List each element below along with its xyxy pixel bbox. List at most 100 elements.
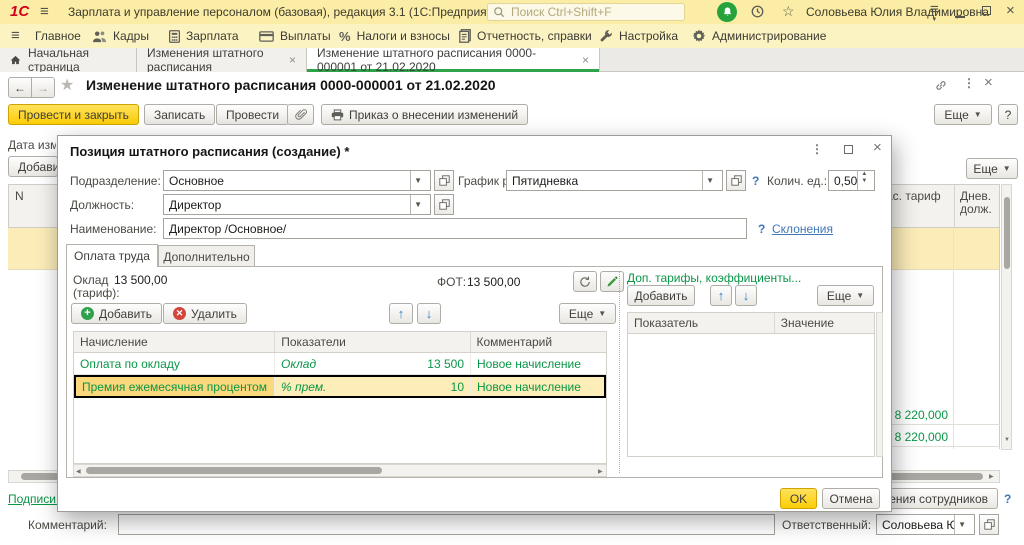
chevron-down-icon[interactable]: ▼: [410, 195, 425, 214]
edit-button[interactable]: [600, 271, 624, 292]
chevron-down-icon[interactable]: ▼: [410, 171, 425, 190]
attachments-button[interactable]: [287, 104, 314, 125]
forward-button[interactable]: →: [32, 78, 54, 97]
cancel-button[interactable]: Отмена: [822, 488, 880, 509]
service-menu-icon[interactable]: ≡▼: [930, 2, 939, 23]
position-choose-button[interactable]: [434, 194, 454, 215]
notifications-button[interactable]: [717, 2, 737, 22]
tab-additional[interactable]: Дополнительно: [158, 245, 255, 267]
save-button[interactable]: Записать: [144, 104, 215, 125]
responsible-choose-button[interactable]: [979, 514, 999, 535]
accrual-add-button[interactable]: +Добавить: [71, 303, 162, 324]
name-input[interactable]: Директор /Основное/: [163, 218, 747, 239]
schedule-combo[interactable]: Пятидневка ▼: [506, 170, 723, 191]
signatures-link[interactable]: Подписи:: [8, 492, 59, 506]
accrual-delete-button[interactable]: ✕Удалить: [163, 303, 247, 324]
salary-value[interactable]: 13 500,00: [114, 273, 167, 287]
extra-tariffs-title[interactable]: Доп. тарифы, коэффициенты...: [627, 271, 801, 285]
column-indicators[interactable]: Показатели: [275, 332, 470, 352]
search-input[interactable]: [509, 4, 663, 20]
menu-item-nastroyka[interactable]: Настройка: [599, 24, 678, 48]
responsible-combo[interactable]: Соловьева Юлия Владим ▼: [876, 514, 975, 535]
background-add-button[interactable]: Добави: [8, 156, 58, 177]
background-more-button[interactable]: Еще▼: [966, 158, 1018, 179]
scroll-right-arrow[interactable]: ▶: [989, 473, 994, 480]
post-button[interactable]: Провести: [216, 104, 289, 125]
spin-up-icon[interactable]: ▲: [861, 171, 867, 178]
main-menu-icon[interactable]: ≡: [40, 4, 49, 19]
window-menu-icon[interactable]: ⋮: [963, 76, 975, 90]
tab-home[interactable]: Начальная страница: [0, 48, 137, 72]
menu-item-nalogi[interactable]: % Налоги и взносы: [339, 24, 450, 48]
units-spinner[interactable]: 0,50 ▲▼: [828, 170, 875, 191]
position-combo[interactable]: Директор ▼: [163, 194, 431, 215]
dialog-menu-icon[interactable]: ⋮: [811, 142, 823, 156]
back-button[interactable]: ←: [9, 78, 32, 97]
column-accrual[interactable]: Начисление: [74, 332, 275, 352]
move-down-button[interactable]: ↓: [417, 303, 441, 324]
menu-item-vyplaty[interactable]: Выплаты: [259, 24, 331, 48]
menu-item-glavnoe[interactable]: Главное: [35, 24, 81, 48]
tab-close-icon[interactable]: ×: [582, 53, 589, 67]
menu-item-administrirovanie[interactable]: Администрирование: [692, 24, 826, 48]
extra-add-button[interactable]: Добавить: [627, 285, 695, 306]
tab-close-icon[interactable]: ×: [289, 53, 296, 67]
chevron-down-icon[interactable]: ▼: [702, 171, 717, 190]
table-row-selected[interactable]: Премия ежемесячная процентом % прем.10 Н…: [74, 375, 606, 398]
declension-link[interactable]: Склонения: [772, 222, 833, 236]
restore-button[interactable]: [982, 6, 991, 15]
link-icon[interactable]: [934, 79, 948, 95]
scroll-down-arrow[interactable]: ▼: [1004, 437, 1010, 443]
tab-changes-list[interactable]: Изменения штатного расписания ×: [137, 48, 307, 72]
global-search[interactable]: [487, 3, 685, 21]
column-comment[interactable]: Комментарий: [471, 332, 607, 352]
favorites-star-icon[interactable]: ☆: [782, 3, 795, 20]
ok-button[interactable]: OK: [780, 488, 817, 509]
scrollbar-thumb[interactable]: [86, 467, 382, 474]
dialog-maximize-icon[interactable]: [844, 145, 853, 154]
vertical-scrollbar[interactable]: ▼: [1001, 184, 1012, 450]
menu-item-zarplata[interactable]: Зарплата: [169, 24, 239, 48]
close-app-button[interactable]: ×: [1006, 2, 1015, 19]
tab-change-document[interactable]: Изменение штатного расписания 0000-00000…: [307, 48, 600, 72]
scrollbar-thumb[interactable]: [1004, 197, 1010, 269]
document-more-button[interactable]: Еще▼: [934, 104, 992, 125]
comment-input[interactable]: [118, 514, 775, 535]
minimize-button[interactable]: [955, 7, 965, 18]
scroll-right-arrow[interactable]: ▶: [598, 468, 603, 475]
scroll-left-arrow[interactable]: ◀: [76, 468, 81, 475]
extra-vscrollbar[interactable]: [876, 312, 883, 457]
chevron-down-icon[interactable]: ▼: [954, 515, 969, 534]
spinner-arrows[interactable]: ▲▼: [857, 171, 870, 190]
print-order-button[interactable]: Приказ о внесении изменений: [321, 104, 528, 125]
department-combo[interactable]: Основное ▼: [163, 170, 431, 191]
extra-move-down-button[interactable]: ↓: [735, 285, 757, 306]
employees-help-button[interactable]: ?: [1004, 492, 1011, 506]
favorite-star-icon[interactable]: ★: [60, 75, 74, 95]
extra-more-button[interactable]: Еще▼: [817, 285, 874, 306]
extra-move-up-button[interactable]: ↑: [710, 285, 732, 306]
functions-menu-icon[interactable]: ≡: [11, 28, 20, 43]
menu-item-kadry[interactable]: Кадры: [92, 24, 149, 48]
accrual-hscrollbar[interactable]: ◀ ▶: [73, 464, 607, 477]
document-help-button[interactable]: ?: [998, 104, 1018, 125]
post-and-close-button[interactable]: Провести и закрыть: [8, 104, 139, 125]
dialog-close-icon[interactable]: ×: [873, 139, 882, 156]
menu-item-otchetnost[interactable]: Отчетность, справки: [459, 24, 592, 48]
name-help-button[interactable]: ?: [758, 222, 765, 236]
accrual-more-button[interactable]: Еще▼: [559, 303, 616, 324]
table-row[interactable]: Оплата по окладу Оклад13 500 Новое начис…: [74, 353, 606, 375]
recalculate-button[interactable]: [573, 271, 597, 292]
close-document-icon[interactable]: ×: [984, 74, 993, 91]
spin-down-icon[interactable]: ▼: [861, 178, 867, 185]
tab-pay[interactable]: Оплата труда: [66, 244, 158, 267]
column-value[interactable]: Значение: [775, 313, 874, 333]
extra-table-body[interactable]: [627, 334, 875, 457]
department-choose-button[interactable]: [434, 170, 454, 191]
pane-splitter[interactable]: [619, 271, 620, 473]
move-up-button[interactable]: ↑: [389, 303, 413, 324]
history-icon[interactable]: [750, 4, 765, 22]
column-indicator[interactable]: Показатель: [628, 313, 775, 333]
units-help-button[interactable]: ?: [752, 174, 759, 188]
schedule-choose-button[interactable]: [726, 170, 746, 191]
